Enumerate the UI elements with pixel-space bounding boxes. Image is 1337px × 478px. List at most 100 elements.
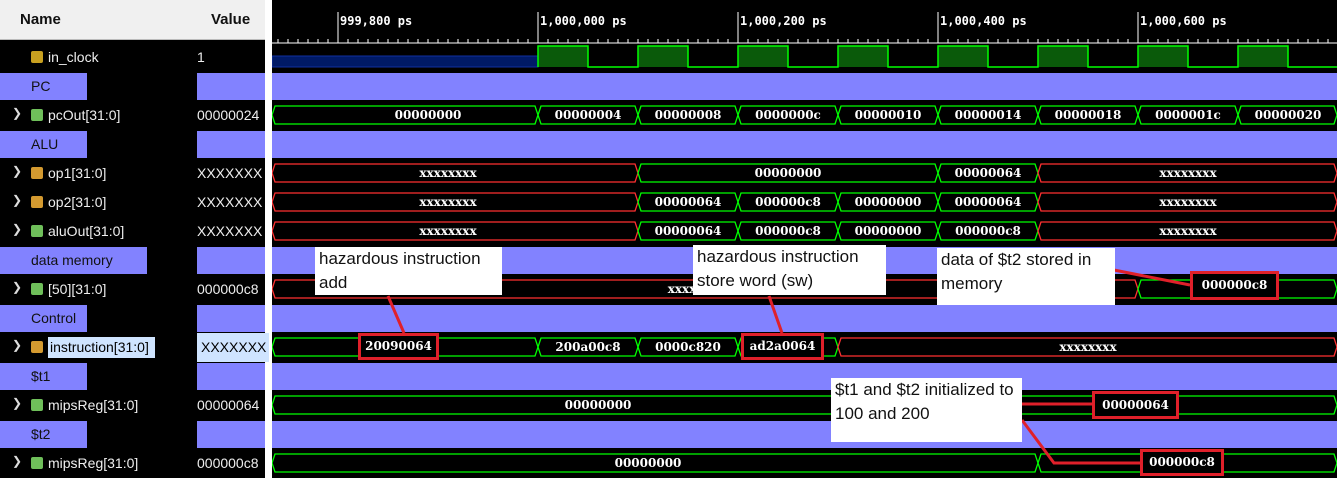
signal-name-label: in_clock xyxy=(48,49,99,65)
signal-value-in-clock-0: 1 xyxy=(197,49,205,65)
bus-segment-value: 00000064 xyxy=(955,195,1022,209)
divider-value-pc xyxy=(197,73,265,100)
bus-segment-value: 00000004 xyxy=(555,108,622,122)
bus-segment-value: 00000000 xyxy=(855,224,922,238)
signal-value-instruction-31-0-10: XXXXXXX xyxy=(197,333,269,362)
signal-row-op2-31-0-5[interactable]: ❯ op2[31:0] xyxy=(0,188,189,217)
init-callout: $t1 and $t2 initialized to 100 and 200 xyxy=(831,378,1022,442)
divider-band xyxy=(272,363,1337,390)
bus-segment-value: 00000000 xyxy=(565,398,632,412)
signal-row-mipsreg-31-0-14[interactable]: ❯ mipsReg[31:0] xyxy=(0,449,189,478)
hazard-add-callout: hazardous instruction add xyxy=(315,247,502,295)
divider-control[interactable]: Control xyxy=(0,305,87,332)
bus-segment-value: 00000064 xyxy=(955,166,1022,180)
signal-row-op1-31-0-4[interactable]: ❯ op1[31:0] xyxy=(0,159,189,188)
divider-band xyxy=(272,421,1337,448)
time-label-1000600: 1,000,600 ps xyxy=(1140,14,1227,28)
bus-segment-value: 00000000 xyxy=(755,166,822,180)
divider-alu[interactable]: ALU xyxy=(0,131,87,158)
bus-segment-value: 00000020 xyxy=(1255,108,1322,122)
bus-segment-value: 200a00c8 xyxy=(555,340,620,354)
bus-segment-value: 00000000 xyxy=(615,456,682,470)
signal-name-label: [50][31:0] xyxy=(48,281,107,297)
divider-value-control xyxy=(197,305,265,332)
signal-row-instruction-31-0-10[interactable]: ❯ instruction[31:0] xyxy=(0,333,189,362)
t2-value-highlight: 000000c8 xyxy=(1140,449,1224,476)
bus-segment-value: 00000000 xyxy=(395,108,462,122)
bus-segment-value: xxxxxxxx xyxy=(419,166,477,180)
signal-row-mipsreg-31-0-12[interactable]: ❯ mipsReg[31:0] xyxy=(0,391,189,420)
time-label-1000200: 1,000,200 ps xyxy=(740,14,827,28)
bus-waveform-4: xxxxxxxx 00000000 00000064 xxxxxxxx xyxy=(272,163,1337,183)
divider-value-alu xyxy=(197,131,265,158)
signal-value-op2-31-0-5: XXXXXXX xyxy=(197,194,263,210)
signal-name-label: op2[31:0] xyxy=(48,194,107,210)
bus-segment-value: 0000000c xyxy=(755,108,821,122)
divider-pc[interactable]: PC xyxy=(0,73,87,100)
name-column-header[interactable]: Name xyxy=(0,0,189,40)
signal-value-50-31-0-8: 000000c8 xyxy=(197,281,259,297)
bus-signal-icon xyxy=(31,225,43,237)
signal-row-pcout-31-0-2[interactable]: ❯ pcOut[31:0] xyxy=(0,101,189,130)
signal-value-mipsreg-31-0-14: 000000c8 xyxy=(197,455,259,471)
bus-segment-value: xxxxxxxx xyxy=(1059,340,1117,354)
signal-value-aluout-31-0-6: XXXXXXX xyxy=(197,223,263,239)
time-label-1000400: 1,000,400 ps xyxy=(940,14,1027,28)
bus-segment-value: xxxxxxxx xyxy=(1159,166,1217,180)
value-column-header[interactable]: Value xyxy=(189,0,265,40)
divider-band xyxy=(272,131,1337,158)
bus-segment-value: 00000000 xyxy=(855,195,922,209)
time-label-1000000: 1,000,000 ps xyxy=(540,14,627,28)
signal-row-50-31-0-8[interactable]: ❯ [50][31:0] xyxy=(0,275,189,304)
signal-value-pcout-31-0-2: 00000024 xyxy=(197,107,260,123)
bus-signal-icon xyxy=(31,109,43,121)
divider-value-t2 xyxy=(197,421,265,448)
expand-chevron-icon[interactable]: ❯ xyxy=(12,222,22,236)
bus-signal-icon xyxy=(31,167,43,179)
bus-segment-value: xxxxxxxx xyxy=(1159,224,1217,238)
expand-chevron-icon[interactable]: ❯ xyxy=(12,396,22,410)
signal-row-aluout-31-0-6[interactable]: ❯ aluOut[31:0] xyxy=(0,217,189,246)
time-label-999800: 999,800 ps xyxy=(340,14,413,28)
expand-chevron-icon[interactable]: ❯ xyxy=(12,164,22,178)
memory-value-highlight: 000000c8 xyxy=(1190,271,1279,300)
expand-chevron-icon[interactable]: ❯ xyxy=(12,338,22,352)
signal-name-label: aluOut[31:0] xyxy=(48,223,125,239)
bus-segment-value: xxxxxxxx xyxy=(1159,195,1217,209)
bus-segment-value: 00000008 xyxy=(655,108,722,122)
panel-splitter[interactable] xyxy=(265,0,272,478)
signal-value-op1-31-0-4: XXXXXXX xyxy=(197,165,263,181)
expand-chevron-icon[interactable]: ❯ xyxy=(12,454,22,468)
signal-name-label: mipsReg[31:0] xyxy=(48,397,139,413)
bus-segment-value: 00000014 xyxy=(955,108,1022,122)
bus-waveform-2: 00000000 00000004 00000008 0000000c 00000010… xyxy=(272,105,1337,125)
bus-waveform-5: xxxxxxxx 00000064 000000c8 00000000 00000064… xyxy=(272,192,1337,212)
expand-chevron-icon[interactable]: ❯ xyxy=(12,106,22,120)
t1-value-highlight: 00000064 xyxy=(1092,391,1179,419)
bus-signal-icon xyxy=(31,341,43,353)
bus-segment-value: 0000001c xyxy=(1155,108,1221,122)
bus-signal-icon xyxy=(31,399,43,411)
divider-t1[interactable]: $t1 xyxy=(0,363,87,390)
signal-row-in-clock-0[interactable]: in_clock xyxy=(0,43,189,72)
clock-signal-icon xyxy=(31,51,43,63)
signal-name-label: mipsReg[31:0] xyxy=(48,455,139,471)
bus-signal-icon xyxy=(31,196,43,208)
bus-segment-value: 00000018 xyxy=(1055,108,1122,122)
waveform-panel[interactable]: 00000000 00000004 00000008 0000000c 00000010… xyxy=(272,0,1337,478)
divider-band xyxy=(272,305,1337,332)
expand-chevron-icon[interactable]: ❯ xyxy=(12,280,22,294)
bus-segment-value: 000000c8 xyxy=(755,224,821,238)
expand-chevron-icon[interactable]: ❯ xyxy=(12,193,22,207)
hazard-sw-highlight: ad2a0064 xyxy=(741,333,824,360)
divider-t2[interactable]: $t2 xyxy=(0,421,87,448)
hazard-sw-callout: hazardous instruction store word (sw) xyxy=(693,245,886,295)
bus-signal-icon xyxy=(31,283,43,295)
bus-segment-value: 00000064 xyxy=(655,195,722,209)
t2-stored-callout: data of $t2 stored in memory xyxy=(937,248,1115,305)
bus-waveform-6: xxxxxxxx 00000064 000000c8 00000000 000000c8… xyxy=(272,221,1337,241)
divider-data-memory[interactable]: data memory xyxy=(0,247,147,274)
bus-segment-value: 000000c8 xyxy=(955,224,1021,238)
signal-name-label: pcOut[31:0] xyxy=(48,107,121,123)
divider-band xyxy=(272,73,1337,100)
